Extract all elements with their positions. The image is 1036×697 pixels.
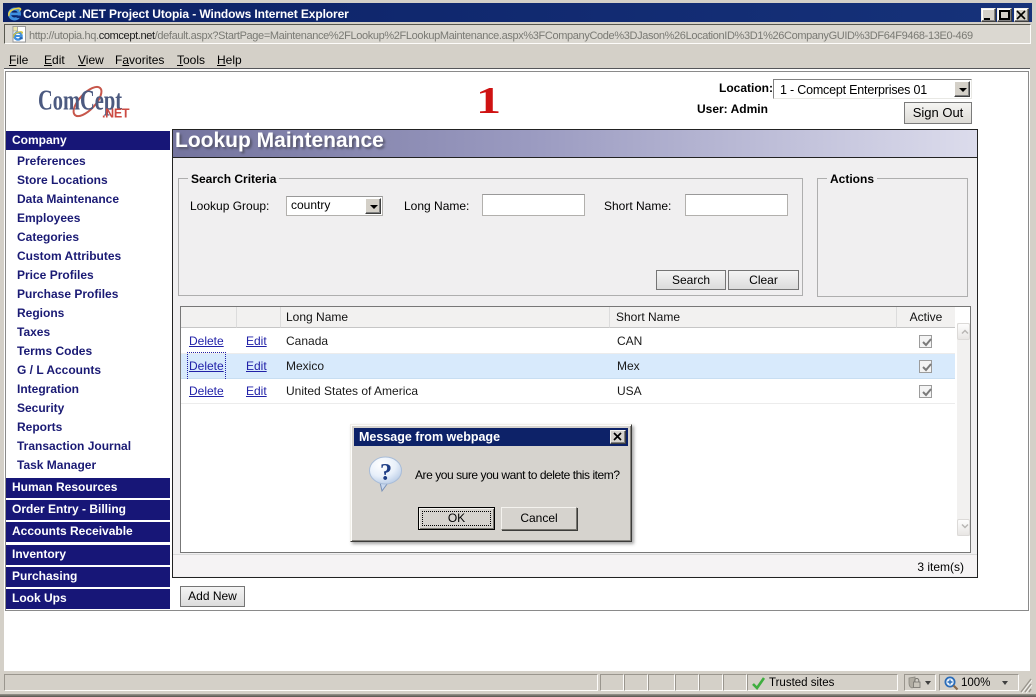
svg-text:.NET: .NET <box>102 107 130 121</box>
svg-text:?: ? <box>380 460 392 486</box>
